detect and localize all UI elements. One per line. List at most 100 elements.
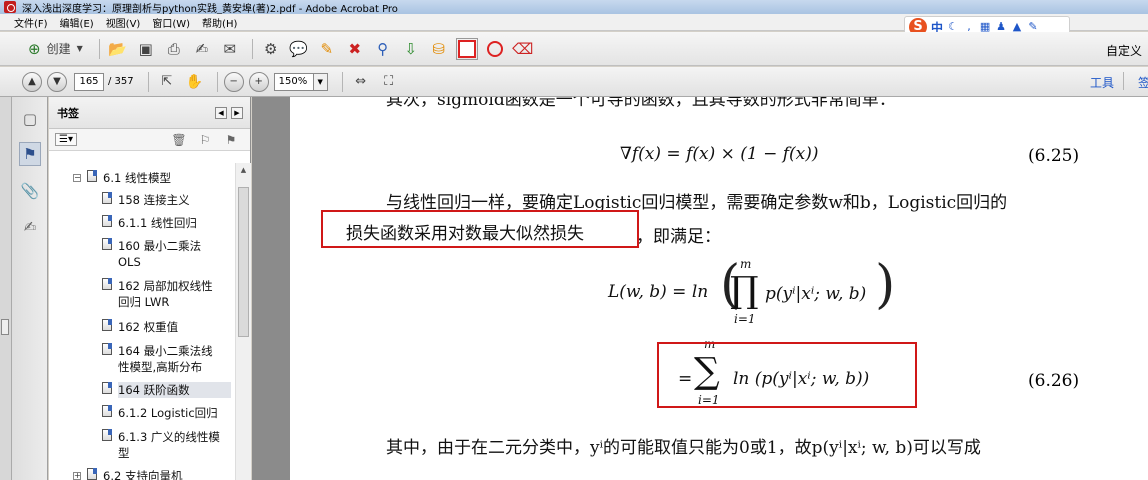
bookmark-icon bbox=[87, 468, 97, 480]
menu-edit[interactable]: 编辑(E) bbox=[60, 15, 94, 30]
collapse-panel-icon[interactable]: ◀ bbox=[215, 107, 227, 119]
bookmark-icon bbox=[102, 238, 112, 250]
bookmark-item[interactable]: 6.1.3 广义的线性模 型 bbox=[102, 429, 233, 461]
highlight-icon[interactable]: ✎ bbox=[315, 37, 339, 61]
page-total: / 357 bbox=[108, 76, 134, 87]
paragraph-top: 其次，sigmoid函数是一个可导的函数，且其导数的形式非常简单： bbox=[386, 97, 896, 110]
signature-icon[interactable]: ✍ bbox=[19, 215, 41, 239]
menu-window[interactable]: 窗口(W) bbox=[152, 15, 190, 30]
previous-page-icon[interactable]: ▲ bbox=[22, 71, 42, 92]
toolbar-divider bbox=[216, 71, 218, 92]
bookmark-item[interactable]: 160 最小二乘法 OLS bbox=[102, 238, 233, 270]
bookmark-item[interactable]: 162 局部加权线性 回归 LWR bbox=[102, 278, 233, 310]
bookmark-item[interactable]: 158 连接主义 bbox=[102, 192, 233, 208]
window-title: 深入浅出深度学习：原理剖析与python实践_黄安埠(著)2.pdf - Ado… bbox=[22, 3, 398, 15]
oval-tool-icon[interactable] bbox=[483, 37, 507, 61]
bookmark-item[interactable]: 162 权重值 bbox=[102, 319, 233, 335]
bookmark-list: − 6.1 线性模型 158 连接主义 6.1.1 线性回归 160 最小二乘法… bbox=[49, 163, 235, 480]
bookmark-scrollbar[interactable]: ▲ bbox=[235, 163, 251, 480]
bookmark-item[interactable]: 6.1.1 线性回归 bbox=[102, 215, 233, 231]
bookmark-item[interactable]: 6.1 线性模型 bbox=[87, 170, 233, 186]
bookmark-panel-title: 书签 bbox=[57, 106, 79, 120]
customize-button[interactable]: 自定义 bbox=[1106, 42, 1142, 59]
bookmark-icon bbox=[102, 192, 112, 204]
product-upper-limit: m bbox=[740, 257, 752, 271]
equation-number-6-25: (6.25) bbox=[1028, 146, 1080, 166]
select-tool-icon[interactable]: ⇱ bbox=[155, 70, 179, 94]
bookmark-item[interactable]: 6.2 支持向量机 bbox=[87, 468, 233, 480]
menu-file[interactable]: 文件(F) bbox=[14, 15, 48, 30]
equation-6-25: ∇f(x) = f(x) × (1 − f(x)) bbox=[620, 144, 819, 164]
sign-button[interactable]: 签 bbox=[1138, 74, 1148, 91]
zoom-dropdown-icon[interactable]: ▼ bbox=[313, 72, 328, 91]
settings-gear-icon[interactable]: ⚙ bbox=[259, 37, 283, 61]
red-rectangle-annotation[interactable] bbox=[657, 342, 917, 408]
page-number-input[interactable]: 165 bbox=[74, 72, 104, 91]
new-bookmark-icon[interactable]: ⚐ bbox=[197, 132, 213, 148]
bookmark-icon bbox=[102, 215, 112, 227]
fit-width-icon[interactable]: ⇔ bbox=[349, 70, 373, 94]
red-rectangle-annotation[interactable] bbox=[321, 210, 639, 248]
export-document-icon[interactable]: ⇩ bbox=[399, 37, 423, 61]
bookmark-icon bbox=[102, 429, 112, 441]
navigation-pane-icons: ▢ ⚑ 📎 ✍ bbox=[12, 97, 48, 480]
bookmark-item[interactable]: 6.1.2 Logistic回归 bbox=[102, 405, 233, 421]
paragraph-bottom: 其中，由于在二元分类中，yⁱ的可能取值只能为0或1，故p(yⁱ|xⁱ; w, b… bbox=[386, 438, 981, 458]
equation-number-6-26: (6.26) bbox=[1028, 371, 1080, 391]
bookmark-settings-icon[interactable]: ⚑ bbox=[223, 132, 239, 148]
bookmark-item[interactable]: 164 最小二乘法线 性模型,高斯分布 bbox=[102, 343, 233, 375]
right-paren-icon: ) bbox=[875, 255, 896, 315]
create-icon: ⊕ bbox=[28, 39, 41, 58]
email-icon[interactable]: ✉ bbox=[218, 37, 242, 61]
bookmark-panel-header: 书签 ◀ ▶ bbox=[49, 97, 250, 129]
title-bar: 深入浅出深度学习：原理剖析与python实践_黄安埠(著)2.pdf - Ado… bbox=[0, 0, 1148, 15]
save-icon[interactable]: ▣ bbox=[134, 37, 158, 61]
review-document-icon[interactable]: ⚲ bbox=[371, 37, 395, 61]
bookmark-options-menu[interactable]: ☰▾ bbox=[55, 133, 77, 146]
fit-page-icon[interactable]: ⛶ bbox=[377, 70, 401, 94]
attachment-icon[interactable]: 📎 bbox=[19, 179, 41, 203]
acrobat-logo-icon bbox=[4, 1, 16, 13]
toolbar-divider bbox=[1123, 72, 1124, 90]
product-symbol-icon: ∏ bbox=[730, 270, 759, 311]
tools-button[interactable]: 工具 bbox=[1090, 74, 1114, 91]
toolbar-divider bbox=[341, 71, 343, 92]
delete-document-icon[interactable]: ✖ bbox=[343, 37, 367, 61]
expand-toggle-icon[interactable]: + bbox=[73, 472, 81, 480]
bookmark-toolbar: ☰▾ 🗑 ⚐ ⚑ bbox=[49, 129, 250, 151]
bookmarks-icon[interactable]: ⚑ bbox=[19, 142, 41, 166]
pdf-page: 其次，sigmoid函数是一个可导的函数，且其导数的形式非常简单： ∇f(x) … bbox=[290, 97, 1148, 480]
create-label: 创建 bbox=[46, 42, 71, 56]
hand-tool-icon[interactable]: ✋ bbox=[183, 70, 207, 94]
rectangle-tool-icon[interactable] bbox=[455, 37, 479, 61]
delete-bookmark-icon[interactable]: 🗑 bbox=[171, 132, 187, 148]
create-button[interactable]: ⊕ 创建 ▼ bbox=[22, 37, 89, 61]
expand-panel-icon[interactable]: ▶ bbox=[231, 107, 243, 119]
main-toolbar: ⊕ 创建 ▼ 📂 ▣ ⎙ ✍ ✉ ⚙ 💬 ✎ ✖ ⚲ ⇩ ⛁ ⌫ bbox=[0, 32, 1148, 66]
panel-resize-handle[interactable] bbox=[1, 319, 9, 335]
comment-icon[interactable]: 💬 bbox=[287, 37, 311, 61]
bookmark-icon bbox=[87, 170, 97, 182]
zoom-in-icon[interactable]: + bbox=[248, 71, 269, 92]
left-edge-strip bbox=[0, 97, 12, 480]
scrollbar-thumb[interactable] bbox=[238, 187, 249, 337]
bookmark-item-selected[interactable]: 164 跃阶函数 bbox=[102, 382, 231, 398]
zoom-input[interactable]: 150% bbox=[273, 72, 314, 91]
bookmark-icon bbox=[102, 382, 112, 394]
bookmark-icon bbox=[102, 405, 112, 417]
open-folder-icon[interactable]: 📂 bbox=[106, 37, 130, 61]
collapse-toggle-icon[interactable]: − bbox=[73, 174, 81, 182]
next-page-icon[interactable]: ▼ bbox=[47, 71, 67, 92]
edit-document-icon[interactable]: ✍ bbox=[190, 37, 214, 61]
equation-6-26-inner: p(yⁱ|xⁱ; w, b) bbox=[765, 284, 867, 304]
stamp-icon[interactable]: ⛁ bbox=[427, 37, 451, 61]
menu-view[interactable]: 视图(V) bbox=[106, 15, 141, 30]
page-thumbnails-icon[interactable]: ▢ bbox=[19, 107, 41, 131]
bookmark-panel: 书签 ◀ ▶ ☰▾ 🗑 ⚐ ⚑ − 6.1 线性模型 158 连接主义 6.1.… bbox=[49, 97, 251, 480]
menu-help[interactable]: 帮助(H) bbox=[202, 15, 237, 30]
eraser-icon[interactable]: ⌫ bbox=[511, 37, 535, 61]
navigation-toolbar: ▲ ▼ 165 / 357 ⇱ ✋ − + 150% ▼ ⇔ ⛶ bbox=[0, 67, 1148, 97]
print-icon[interactable]: ⎙ bbox=[162, 37, 186, 61]
zoom-out-icon[interactable]: − bbox=[223, 71, 244, 92]
scroll-up-icon[interactable]: ▲ bbox=[236, 163, 251, 177]
